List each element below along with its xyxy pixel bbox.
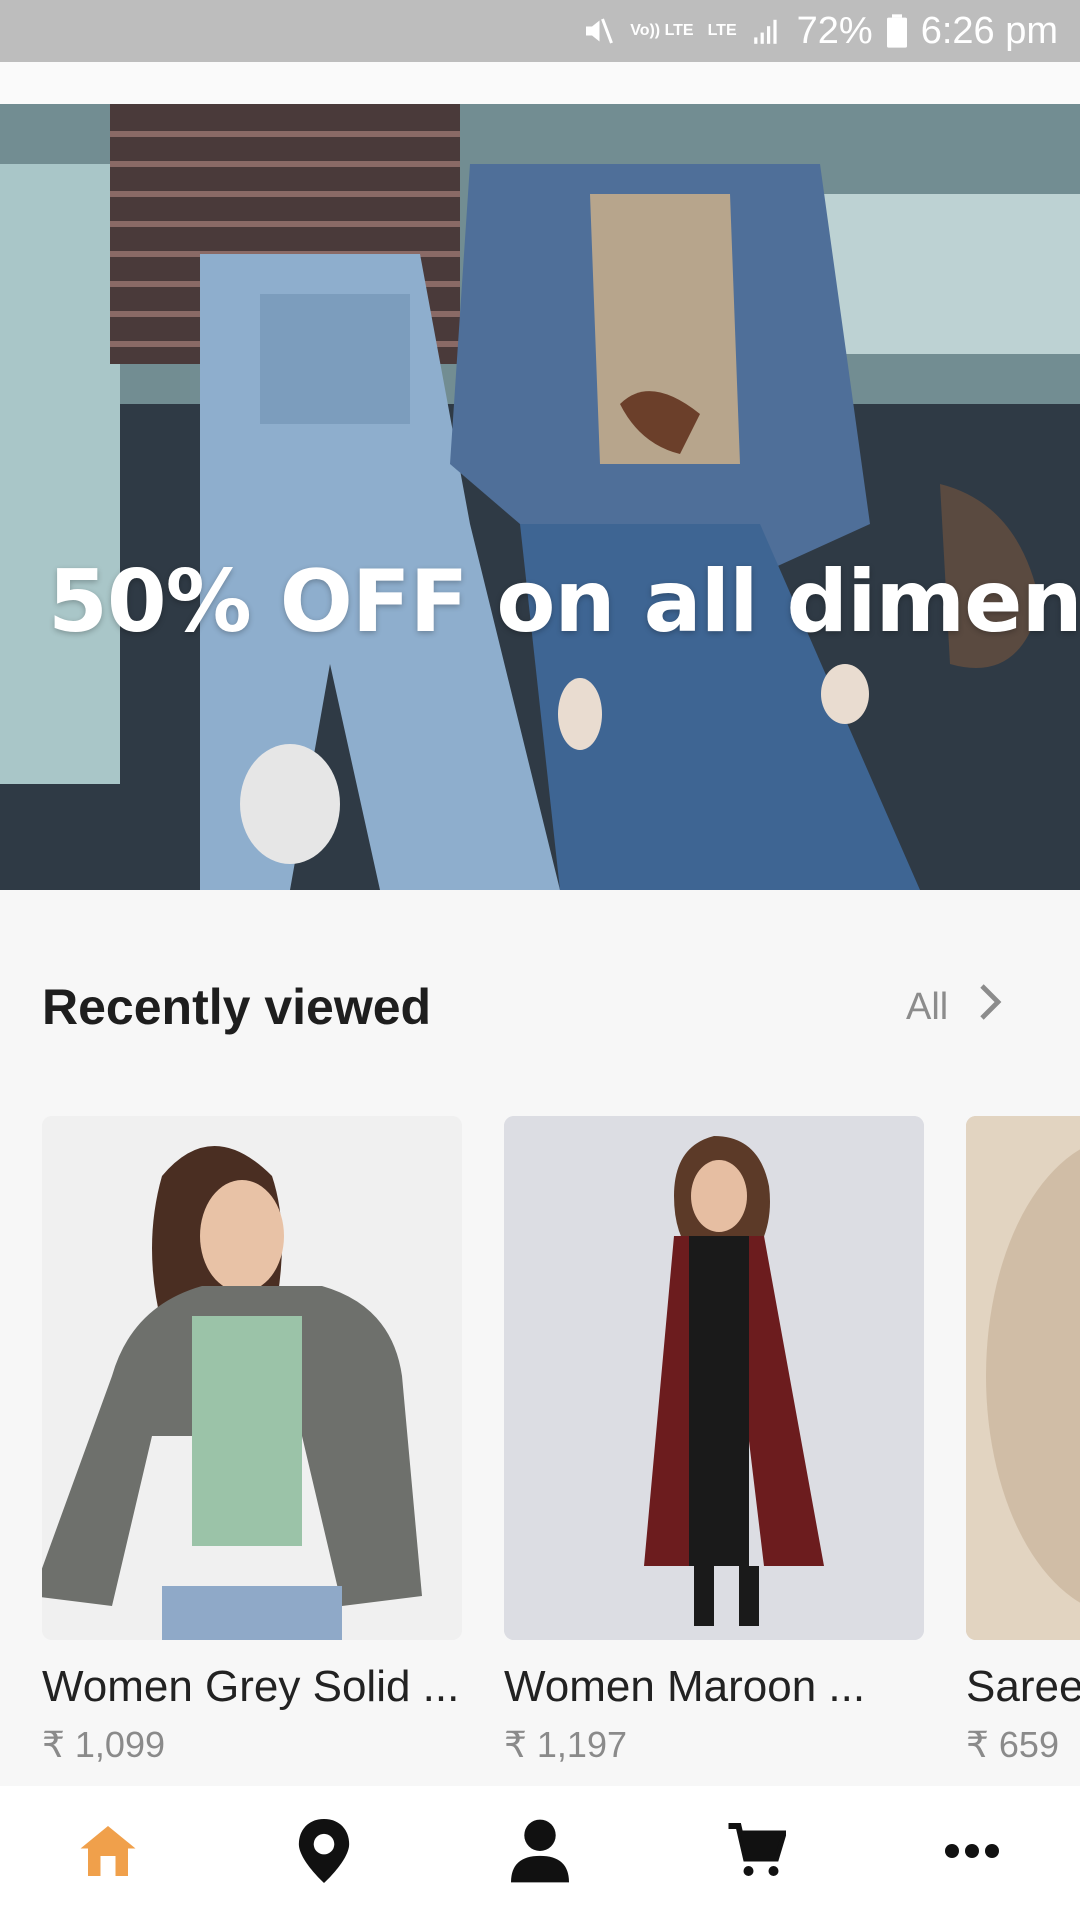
product-name: Women Maroon ... [504,1662,866,1711]
see-all-label: All [906,985,949,1028]
section-title: Recently viewed [42,979,432,1035]
product-image [504,1116,924,1640]
nav-cart[interactable] [696,1803,816,1903]
status-bar: Vo)) LTE LTE 72% 6:26 pm [0,0,1080,62]
volte-label: Vo)) LTE [630,22,694,39]
nav-home[interactable] [48,1803,168,1903]
banner-headline: 50% OFF on all dimen [48,552,1080,652]
product-image [966,1116,1080,1640]
product-card[interactable]: Women Grey Solid ... ₹ 1,099 [42,1116,462,1766]
bottom-navigation [0,1786,1080,1920]
clock: 6:26 pm [920,9,1058,52]
signal-icon [751,15,783,47]
see-all-button[interactable]: All [906,982,1002,1032]
mute-icon [580,13,616,49]
more-icon [944,1843,1000,1864]
location-icon [296,1818,352,1888]
cart-icon [726,1821,788,1886]
product-price: ₹ 1,099 [42,1724,165,1765]
battery-icon [886,14,907,48]
lte-label: LTE [707,22,737,39]
chevron-right-icon [978,982,1002,1032]
banner-image [0,104,1080,890]
product-card[interactable]: Saree ₹ 659 [966,1116,1080,1766]
home-icon [78,1821,138,1886]
product-name: Saree [966,1662,1080,1711]
product-image [42,1116,462,1640]
battery-percent: 72% [796,9,873,52]
profile-icon [511,1819,569,1888]
product-name: Women Grey Solid ... [42,1662,460,1711]
nav-more[interactable] [912,1803,1032,1903]
top-spacer [0,62,1080,104]
promo-banner[interactable]: 50% OFF on all dimen [0,104,1080,890]
product-price: ₹ 1,197 [504,1724,627,1765]
product-price: ₹ 659 [966,1724,1059,1765]
nav-profile[interactable] [480,1803,600,1903]
product-card[interactable]: Women Maroon ... ₹ 1,197 [504,1116,924,1766]
nav-location[interactable] [264,1803,384,1903]
